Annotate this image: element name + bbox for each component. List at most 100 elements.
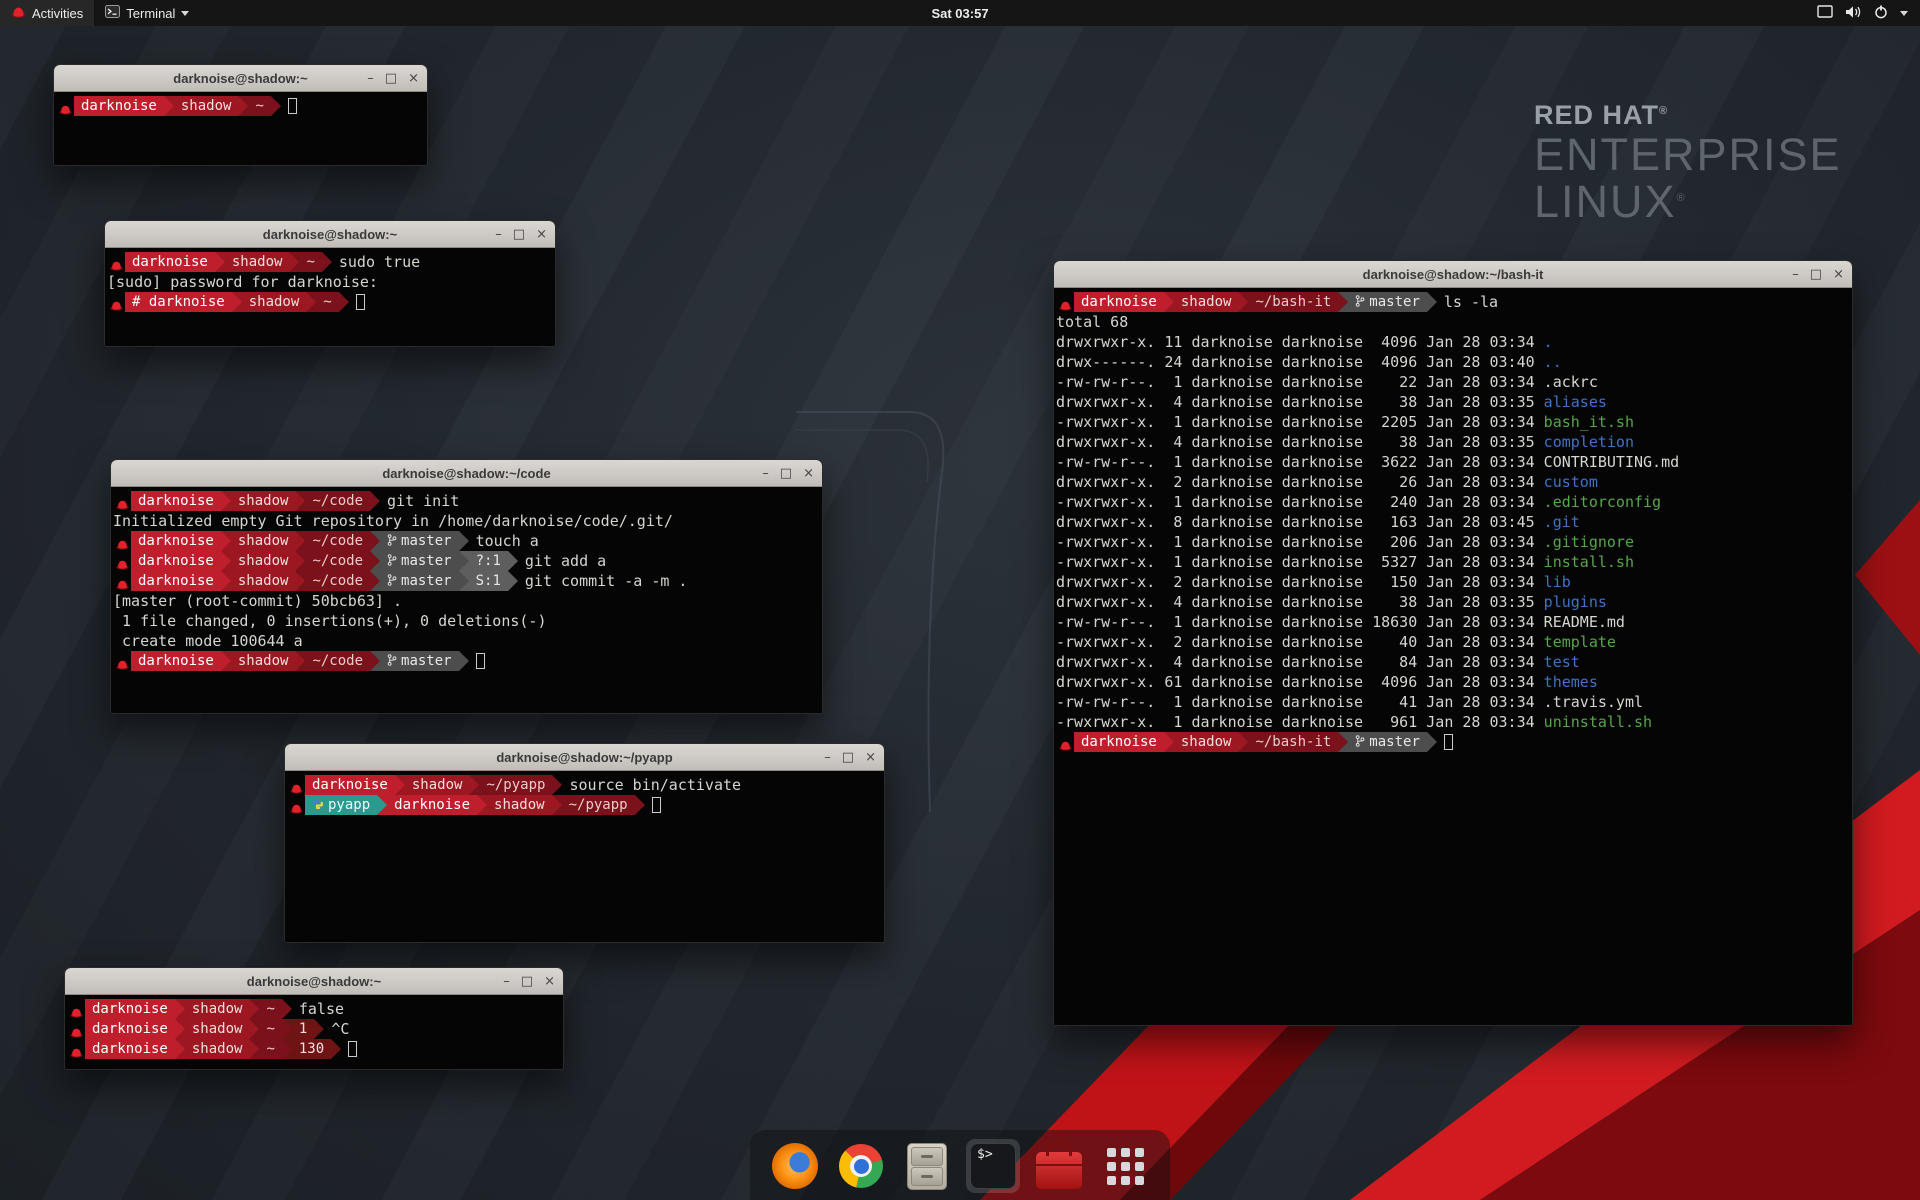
terminal-content[interactable]: darknoiseshadow~ [54, 93, 427, 165]
ls-columns: -rw-rw-r--. 1 darknoise darknoise 41 Jan… [1056, 693, 1544, 711]
window-titlebar[interactable]: darknoise@shadow:~ – □ × [105, 221, 555, 248]
prompt-segment-user: darknoise [387, 795, 477, 815]
maximize-button[interactable]: □ [385, 72, 397, 85]
window-titlebar[interactable]: darknoise@shadow:~/bash-it – □ × [1054, 261, 1852, 288]
powerline-separator [295, 551, 305, 571]
prompt-segment-git: master [380, 551, 459, 571]
powerline-separator [215, 252, 225, 272]
prompt-segment-path: ~ [316, 292, 338, 312]
minimize-button[interactable]: – [495, 228, 502, 241]
terminal-cursor [348, 1041, 357, 1057]
terminal-line: -rw-rw-r--. 1 darknoise darknoise 41 Jan… [1056, 692, 1852, 712]
ls-columns: -rwxrwxr-x. 1 darknoise darknoise 2205 J… [1056, 413, 1544, 431]
terminal-line: create mode 100644 a [113, 631, 822, 651]
powerline-separator [1238, 292, 1248, 312]
terminal-content[interactable]: darknoiseshadow~/codegit initInitialized… [111, 488, 822, 713]
terminal-line: darknoiseshadow~/pyappsource bin/activat… [287, 775, 884, 795]
maximize-button[interactable]: □ [842, 751, 854, 764]
ls-filename: .. [1544, 353, 1562, 371]
files-icon[interactable] [900, 1139, 954, 1193]
minimize-button[interactable]: – [1792, 268, 1799, 281]
brand-reg2: ® [1677, 192, 1687, 204]
prompt-segment-user: darknoise [131, 551, 221, 571]
maximize-button[interactable]: □ [521, 975, 533, 988]
powerline-separator [459, 571, 469, 591]
ls-columns: -rwxrwxr-x. 1 darknoise darknoise 240 Ja… [1056, 493, 1544, 511]
maximize-button[interactable]: □ [513, 228, 525, 241]
redhat-prompt-icon [287, 775, 305, 795]
command-text: git init [380, 492, 459, 510]
terminal-content[interactable]: darknoiseshadow~sudo true[sudo] password… [105, 249, 555, 346]
minimize-button[interactable]: – [367, 72, 374, 85]
minimize-button[interactable]: – [503, 975, 510, 988]
firefox-icon[interactable] [768, 1139, 822, 1193]
terminal-window-bash-it: darknoise@shadow:~/bash-it – □ × darknoi… [1053, 260, 1853, 1026]
clock[interactable]: Sat 03:57 [931, 6, 988, 21]
window-titlebar[interactable]: darknoise@shadow:~ – □ × [54, 65, 427, 92]
chrome-icon[interactable] [834, 1139, 888, 1193]
maximize-button[interactable]: □ [780, 467, 792, 480]
ls-columns: -rwxrwxr-x. 1 darknoise darknoise 5327 J… [1056, 553, 1544, 571]
terminal-line: drwxrwxr-x. 2 darknoise darknoise 26 Jan… [1056, 472, 1852, 492]
minimize-button[interactable]: – [824, 751, 831, 764]
close-button[interactable]: × [1833, 268, 1844, 281]
prompt-segment-path: ~/code [305, 651, 370, 671]
command-text: touch a [469, 532, 539, 550]
redhat-prompt-icon [107, 252, 125, 272]
python-icon [312, 797, 328, 813]
terminal-line: -rw-rw-r--. 1 darknoise darknoise 22 Jan… [1056, 372, 1852, 392]
git-branch-icon [387, 653, 401, 669]
show-applications-icon[interactable] [1098, 1139, 1152, 1193]
powerline-separator [1164, 732, 1174, 752]
prompt-segment-user: darknoise [85, 1039, 175, 1059]
power-icon[interactable] [1874, 5, 1888, 22]
terminal-content[interactable]: darknoiseshadow~/pyappsource bin/activat… [285, 772, 884, 942]
powerline-separator [370, 491, 380, 511]
prompt-segment-host: shadow [225, 252, 290, 272]
app-menu[interactable]: Terminal [94, 0, 200, 26]
prompt-segment-git: master [1348, 292, 1427, 312]
prompt-segment-user: darknoise [131, 491, 221, 511]
powerline-separator [377, 795, 387, 815]
close-button[interactable]: × [544, 975, 555, 988]
terminal-line: darknoiseshadow~/bash-itmasterls -la [1056, 292, 1852, 312]
terminal-line: darknoiseshadow~/codemaster [113, 651, 822, 671]
terminal-content[interactable]: darknoiseshadow~/bash-itmasterls -latota… [1054, 289, 1852, 1025]
maximize-button[interactable]: □ [1810, 268, 1822, 281]
prompt-segment-path: ~ [259, 999, 281, 1019]
powerline-separator [1338, 732, 1348, 752]
powerline-separator [459, 531, 469, 551]
terminal-icon[interactable] [966, 1139, 1020, 1193]
system-menu-chevron-icon[interactable] [1900, 11, 1908, 16]
ls-filename: uninstall.sh [1544, 713, 1652, 731]
window-titlebar[interactable]: darknoise@shadow:~ – □ × [65, 968, 563, 995]
toolbox-icon[interactable] [1032, 1139, 1086, 1193]
close-button[interactable]: × [408, 72, 419, 85]
close-button[interactable]: × [536, 228, 547, 241]
prompt-segment-venv: pyapp [305, 795, 377, 815]
terminal-content[interactable]: darknoiseshadow~falsedarknoiseshadow~1^C… [65, 996, 563, 1069]
terminal-line: [master (root-commit) 50bcb63] . [113, 591, 822, 611]
ls-filename: bash_it.sh [1544, 413, 1634, 431]
prompt-segment-user: # darknoise [125, 292, 232, 312]
volume-icon[interactable] [1845, 5, 1862, 22]
powerline-separator [249, 1019, 259, 1039]
activities-button[interactable]: Activities [0, 0, 94, 26]
prompt-segment-git: master [380, 531, 459, 551]
display-status-icon[interactable] [1817, 5, 1833, 21]
ls-filename: test [1544, 653, 1580, 671]
close-button[interactable]: × [803, 467, 814, 480]
prompt-segment-path: ~ [259, 1039, 281, 1059]
prompt-segment-git: master [1348, 732, 1427, 752]
window-titlebar[interactable]: darknoise@shadow:~/pyapp – □ × [285, 744, 884, 771]
minimize-button[interactable]: – [762, 467, 769, 480]
powerline-separator [314, 1019, 324, 1039]
terminal-line: drwxrwxr-x. 11 darknoise darknoise 4096 … [1056, 332, 1852, 352]
window-titlebar[interactable]: darknoise@shadow:~/code – □ × [111, 460, 822, 487]
close-button[interactable]: × [865, 751, 876, 764]
terminal-line: -rwxrwxr-x. 1 darknoise darknoise 240 Ja… [1056, 492, 1852, 512]
redhat-prompt-icon [1056, 292, 1074, 312]
ls-columns: drwxrwxr-x. 61 darknoise darknoise 4096 … [1056, 673, 1544, 691]
redhat-prompt-icon [67, 1019, 85, 1039]
terminal-line: darknoiseshadow~/codemastertouch a [113, 531, 822, 551]
